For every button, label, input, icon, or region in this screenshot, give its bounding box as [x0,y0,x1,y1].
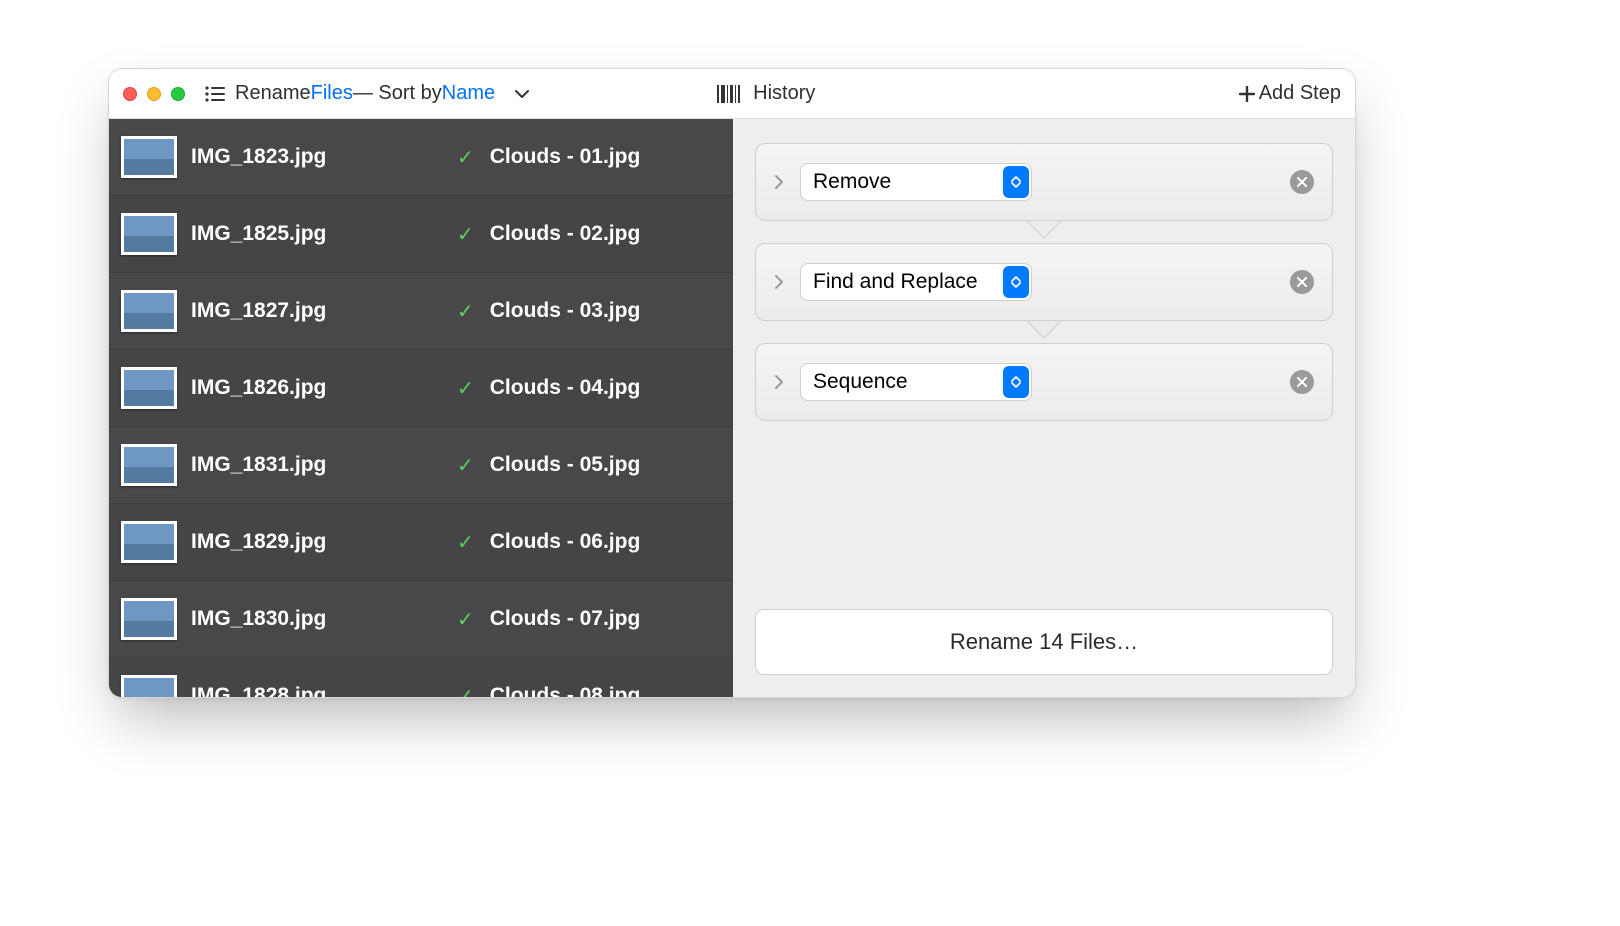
expand-step-button[interactable] [774,375,784,389]
check-icon: ✓ [457,607,474,632]
original-filename: IMG_1830.jpg [191,607,443,631]
new-filename: Clouds - 07.jpg [490,607,641,631]
rename-button[interactable]: Rename 14 Files… [755,609,1333,675]
window-body: IMG_1823.jpg ✓ Clouds - 01.jpg IMG_1825.… [109,119,1355,697]
remove-step-button[interactable] [1290,170,1314,194]
list-icon[interactable] [205,86,225,102]
expand-step-button[interactable] [774,275,784,289]
file-row[interactable]: IMG_1828.jpg ✓ Clouds - 08.jpg [109,658,733,697]
step-card: Remove [755,143,1333,221]
step-type-select[interactable]: Find and Replace [800,263,1032,301]
thumbnail-icon [121,598,177,640]
new-filename: Clouds - 03.jpg [490,299,641,323]
toolbar: Rename Files — Sort by Name History Add … [109,69,1355,119]
file-row[interactable]: IMG_1826.jpg ✓ Clouds - 04.jpg [109,350,733,427]
remove-step-button[interactable] [1290,370,1314,394]
select-stepper-icon [1003,366,1029,398]
steps-panel: Remove [733,119,1355,697]
step-type-select[interactable]: Sequence [800,363,1032,401]
title-mid: — Sort by [353,82,442,105]
new-filename: Clouds - 05.jpg [490,453,641,477]
check-icon: ✓ [457,684,474,698]
original-filename: IMG_1831.jpg [191,453,443,477]
check-icon: ✓ [457,145,474,170]
file-row[interactable]: IMG_1825.jpg ✓ Clouds - 02.jpg [109,196,733,273]
add-step-label: Add Step [1259,82,1341,105]
thumbnail-icon [121,213,177,255]
file-row[interactable]: IMG_1829.jpg ✓ Clouds - 06.jpg [109,504,733,581]
step-type-select[interactable]: Remove [800,163,1032,201]
original-filename: IMG_1823.jpg [191,145,443,169]
new-filename: Clouds - 02.jpg [490,222,641,246]
file-row[interactable]: IMG_1823.jpg ✓ Clouds - 01.jpg [109,119,733,196]
title-files-link[interactable]: Files [311,82,353,105]
thumbnail-icon [121,521,177,563]
thumbnail-icon [121,444,177,486]
minimize-window-button[interactable] [147,87,161,101]
step-card: Sequence [755,343,1333,421]
original-filename: IMG_1826.jpg [191,376,443,400]
step-connector [755,320,1333,344]
remove-step-button[interactable] [1290,270,1314,294]
thumbnail-icon [121,136,177,178]
history-button[interactable]: History [753,82,815,105]
file-row[interactable]: IMG_1831.jpg ✓ Clouds - 05.jpg [109,427,733,504]
check-icon: ✓ [457,376,474,401]
check-icon: ✓ [457,299,474,324]
zoom-window-button[interactable] [171,87,185,101]
step-type-label: Sequence [813,370,922,394]
expand-step-button[interactable] [774,175,784,189]
step-type-label: Remove [813,170,905,194]
title-sort-link[interactable]: Name [442,82,495,105]
step-connector [755,220,1333,244]
check-icon: ✓ [457,453,474,478]
sort-dropdown-button[interactable] [515,89,529,99]
check-icon: ✓ [457,530,474,555]
original-filename: IMG_1825.jpg [191,222,443,246]
check-icon: ✓ [457,222,474,247]
file-row[interactable]: IMG_1827.jpg ✓ Clouds - 03.jpg [109,273,733,350]
title-prefix: Rename [235,82,311,105]
file-list[interactable]: IMG_1823.jpg ✓ Clouds - 01.jpg IMG_1825.… [109,119,733,697]
app-window: Rename Files — Sort by Name History Add … [108,68,1356,698]
thumbnail-icon [121,675,177,697]
thumbnail-icon [121,290,177,332]
file-row[interactable]: IMG_1830.jpg ✓ Clouds - 07.jpg [109,581,733,658]
new-filename: Clouds - 01.jpg [490,145,641,169]
select-stepper-icon [1003,166,1029,198]
thumbnail-icon [121,367,177,409]
original-filename: IMG_1828.jpg [191,684,443,697]
close-window-button[interactable] [123,87,137,101]
barcode-icon [717,85,743,103]
window-controls [123,87,185,101]
step-type-label: Find and Replace [813,270,992,294]
rename-button-label: Rename 14 Files… [950,629,1138,655]
original-filename: IMG_1829.jpg [191,530,443,554]
window-title: Rename Files — Sort by Name [235,82,495,105]
new-filename: Clouds - 06.jpg [490,530,641,554]
step-card: Find and Replace [755,243,1333,321]
add-step-button[interactable]: Add Step [1239,82,1341,105]
original-filename: IMG_1827.jpg [191,299,443,323]
select-stepper-icon [1003,266,1029,298]
new-filename: Clouds - 04.jpg [490,376,641,400]
new-filename: Clouds - 08.jpg [490,684,641,697]
